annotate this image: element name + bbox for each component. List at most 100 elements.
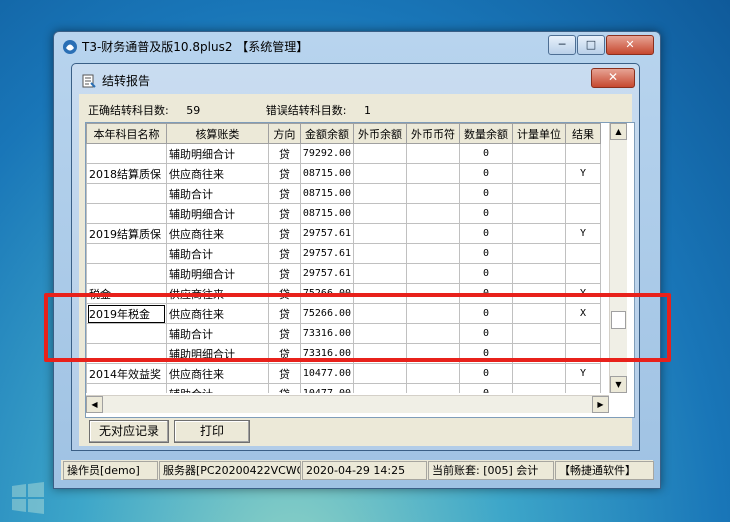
status-server: 服务器[PC20200422VCWG] — [159, 461, 301, 480]
table-cell: 供应商往来 — [165, 163, 269, 184]
highlight-annotation-box — [44, 293, 671, 362]
column-header[interactable]: 结果 — [564, 123, 601, 144]
column-header[interactable]: 外币余额 — [353, 123, 408, 144]
table-cell: Y — [564, 363, 601, 384]
scroll-down-arrow-icon[interactable]: ▼ — [610, 376, 627, 393]
table-cell: 10477.00 — [299, 363, 355, 384]
table-cell — [406, 383, 461, 393]
column-header[interactable]: 计量单位 — [512, 123, 566, 144]
correct-count-value: 59 — [186, 104, 201, 117]
table-cell: 0 — [459, 143, 513, 164]
windows-logo-watermark — [8, 478, 48, 518]
table-cell — [353, 263, 408, 284]
table-cell — [512, 223, 566, 244]
table-cell — [512, 143, 566, 164]
table-cell — [353, 363, 408, 384]
column-header[interactable]: 外币币符 — [406, 123, 461, 144]
table-row[interactable]: 2018结算质保 供应商往来贷 08715.00 0 Y — [86, 163, 601, 184]
table-cell: 79292.00 — [299, 143, 355, 164]
table-cell — [564, 183, 601, 204]
table-row[interactable]: 辅助明细合计贷 29757.61 0 — [86, 263, 601, 284]
table-cell — [353, 243, 408, 264]
table-cell — [406, 363, 461, 384]
table-cell: 0 — [459, 263, 513, 284]
table-cell — [406, 243, 461, 264]
dialog-body: 正确结转科目数: 59 错误结转科目数: 1 本年科目名称 核算账类 方向 金额余额外… — [79, 94, 635, 446]
table-cell — [353, 143, 408, 164]
table-cell — [353, 163, 408, 184]
table-cell: 贷 — [267, 263, 301, 284]
table-row[interactable]: 辅助明细合计贷 79292.00 0 — [86, 143, 601, 164]
scroll-right-arrow-icon[interactable]: ▶ — [592, 396, 609, 413]
table-cell: 0 — [459, 383, 513, 393]
column-header[interactable]: 方向 — [267, 123, 301, 144]
table-cell: 08715.00 — [299, 163, 355, 184]
table-cell — [512, 203, 566, 224]
table-cell: 08715.00 — [299, 183, 355, 204]
status-bar: 操作员[demo] 服务器[PC20200422VCWG] 2020-04-29… — [61, 460, 654, 480]
table-cell: 辅助合计 — [165, 183, 269, 204]
minimize-button[interactable]: ─ — [548, 35, 576, 55]
table-cell: 辅助明细合计 — [165, 263, 269, 284]
table-cell: 辅助合计 — [165, 383, 269, 393]
no-match-records-button[interactable]: 无对应记录 — [89, 420, 169, 443]
app-title: T3-财务通普及版10.8plus2 【系统管理】 — [82, 40, 309, 54]
column-header[interactable]: 金额余额 — [299, 123, 355, 144]
table-cell — [564, 203, 601, 224]
table-cell: 贷 — [267, 363, 301, 384]
main-window-title-bar[interactable]: T3-财务通普及版10.8plus2 【系统管理】 ─ □ ✕ — [54, 32, 660, 60]
table-cell: 2018结算质保 — [86, 163, 167, 184]
dialog-title: 结转报告 — [102, 74, 151, 88]
print-button[interactable]: 打印 — [174, 420, 250, 443]
table-cell: 29757.61 — [299, 263, 355, 284]
table-row[interactable]: 辅助合计贷 08715.00 0 — [86, 183, 601, 204]
table-cell — [512, 263, 566, 284]
table-cell: 0 — [459, 203, 513, 224]
table-row[interactable]: 2014年效益奖 供应商往来贷 10477.00 0 Y — [86, 363, 601, 384]
table-cell — [406, 263, 461, 284]
table-cell: 0 — [459, 183, 513, 204]
report-icon — [82, 74, 96, 88]
table-cell: Y — [564, 163, 601, 184]
column-header[interactable]: 数量余额 — [459, 123, 513, 144]
table-cell: 2019结算质保 — [86, 223, 167, 244]
status-operator: 操作员[demo] — [63, 461, 158, 480]
table-cell: 0 — [459, 243, 513, 264]
table-cell — [86, 143, 167, 164]
table-cell: Y — [564, 223, 601, 244]
table-cell — [564, 263, 601, 284]
transfer-grid[interactable]: 本年科目名称 核算账类 方向 金额余额 外币余额 外币币符 数量余额 计量单位 结果 辅助明细合… — [85, 122, 635, 418]
table-cell: 0 — [459, 223, 513, 244]
table-cell: 0 — [459, 363, 513, 384]
table-cell: 供应商往来 — [165, 363, 269, 384]
table-cell: 2014年效益奖 — [86, 363, 167, 384]
column-header[interactable]: 本年科目名称 — [86, 123, 167, 144]
scroll-left-arrow-icon[interactable]: ◀ — [86, 396, 103, 413]
column-header[interactable]: 核算账类 — [165, 123, 269, 144]
dialog-close-button[interactable]: ✕ — [591, 68, 635, 88]
table-row[interactable]: 辅助合计贷10477.00 0 — [86, 383, 601, 393]
table-cell — [86, 203, 167, 224]
maximize-button[interactable]: □ — [577, 35, 605, 55]
table-cell: 辅助明细合计 — [165, 203, 269, 224]
table-cell — [512, 243, 566, 264]
table-cell: 贷 — [267, 163, 301, 184]
table-cell — [406, 203, 461, 224]
table-cell — [86, 383, 167, 393]
close-button[interactable]: ✕ — [606, 35, 654, 55]
table-row[interactable]: 2019结算质保 供应商往来贷 29757.61 0 Y — [86, 223, 601, 244]
scroll-up-arrow-icon[interactable]: ▲ — [610, 123, 627, 140]
horizontal-scrollbar[interactable]: ◀ ▶ — [86, 395, 609, 413]
table-cell — [86, 243, 167, 264]
table-cell — [406, 183, 461, 204]
table-cell: 贷 — [267, 383, 301, 393]
table-cell: 08715.00 — [299, 203, 355, 224]
table-cell: 贷 — [267, 143, 301, 164]
table-row[interactable]: 辅助合计贷 29757.61 0 — [86, 243, 601, 264]
table-cell — [406, 143, 461, 164]
table-cell — [512, 163, 566, 184]
table-header-row: 本年科目名称 核算账类 方向 金额余额 外币余额 外币币符 数量余额 计量单位 结果 — [86, 123, 601, 144]
table-row[interactable]: 辅助明细合计贷 08715.00 0 — [86, 203, 601, 224]
error-count-value: 1 — [363, 104, 371, 117]
table-cell — [512, 363, 566, 384]
